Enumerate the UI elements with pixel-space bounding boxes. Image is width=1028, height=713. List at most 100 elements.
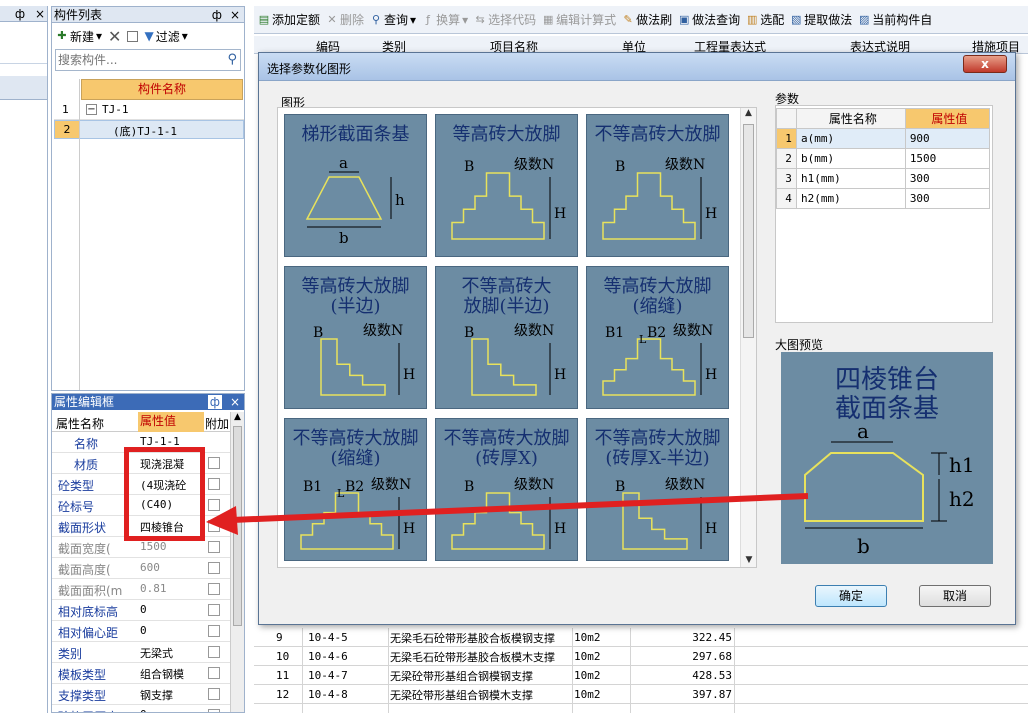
left-strip-row[interactable] xyxy=(0,76,47,100)
pin-icon[interactable]: ф xyxy=(15,7,25,21)
param-row[interactable]: 1 a(mm) 900 xyxy=(776,128,991,149)
column-divider xyxy=(388,628,389,713)
copy-icon[interactable] xyxy=(127,30,139,42)
property-value[interactable]: 0 xyxy=(140,603,202,616)
gallery-scrollbar[interactable]: ▲ ▼ xyxy=(740,108,756,567)
shape-tile[interactable]: 不等高砖大放脚 H B 级数N xyxy=(586,114,729,257)
table-row[interactable]: 9 10-4-5 无梁毛石砼带形基胶合板模钢支撑 10m2 322.45 xyxy=(254,628,1028,647)
shape-figure: H B1 L B2 级数N xyxy=(602,323,717,396)
ok-button[interactable]: 确定 xyxy=(815,585,887,607)
current-component-button[interactable]: ▨ 当前构件自 xyxy=(858,11,932,28)
property-checkbox[interactable] xyxy=(208,520,220,532)
filter-button[interactable]: ▼ 过滤 ▾ xyxy=(144,28,187,45)
param-row[interactable]: 4 h2(mm) 300 xyxy=(776,188,991,209)
delete-icon[interactable]: ✕ xyxy=(108,27,121,46)
column-divider xyxy=(302,628,303,713)
dialog-close-button[interactable]: x xyxy=(963,55,1007,73)
convert-button[interactable]: ƒ 换算 ▾ xyxy=(422,11,468,28)
property-row[interactable]: 砼垫层厚度 0 xyxy=(52,705,230,712)
param-row[interactable]: 3 h1(mm) 300 xyxy=(776,168,991,189)
scroll-up-icon[interactable]: ▲ xyxy=(231,412,244,422)
query-button[interactable]: ⚲ 查询 ▾ xyxy=(370,11,416,28)
property-checkbox[interactable] xyxy=(208,667,220,679)
extract-method-button[interactable]: ▧ 提取做法 xyxy=(790,11,852,28)
property-value[interactable]: 组合钢模 xyxy=(140,666,202,682)
pin-icon[interactable]: ф xyxy=(207,395,222,409)
param-value[interactable]: 900 xyxy=(904,128,991,149)
property-checkbox[interactable] xyxy=(208,457,220,469)
method-brush-button[interactable]: ✎ 做法刷 xyxy=(622,11,673,28)
shape-tile[interactable]: 不等高砖大放脚 (缩缝) H B1 L B2 级数N xyxy=(284,418,427,561)
param-row[interactable]: 2 b(mm) 1500 xyxy=(776,148,991,169)
search-input[interactable] xyxy=(56,50,216,70)
property-checkbox[interactable] xyxy=(208,583,220,595)
property-checkbox[interactable] xyxy=(208,688,220,700)
scroll-thumb[interactable] xyxy=(743,124,754,338)
shape-tile[interactable]: 不等高砖大放脚 (砖厚X-半边) H B 级数N xyxy=(586,418,729,561)
property-row[interactable]: 截面面积(m 0.81 xyxy=(52,579,230,600)
property-checkbox[interactable] xyxy=(208,604,220,616)
close-icon[interactable]: × xyxy=(230,394,240,410)
search-icon: ⚲ xyxy=(372,12,381,26)
property-row[interactable]: 类别 无梁式 xyxy=(52,642,230,663)
scroll-down-icon[interactable]: ▼ xyxy=(741,555,756,565)
property-row[interactable]: 相对底标高 0 xyxy=(52,600,230,621)
shape-tile[interactable]: 等高砖大放脚 (缩缝) H B1 L B2 级数N xyxy=(586,266,729,409)
property-value[interactable]: 0.81 xyxy=(140,582,202,595)
shape-outline xyxy=(471,338,537,396)
params-corner xyxy=(776,108,797,129)
property-value[interactable]: 600 xyxy=(140,561,202,574)
table-row[interactable]: 12 10-4-8 无梁砼带形基组合钢模木支撑 10m2 397.87 xyxy=(254,685,1028,704)
pin-icon[interactable]: ф xyxy=(212,7,222,23)
param-value[interactable]: 1500 xyxy=(904,148,991,169)
property-checkbox[interactable] xyxy=(208,499,220,511)
left-strip-row[interactable] xyxy=(0,46,47,64)
add-quota-button[interactable]: ▤ 添加定额 xyxy=(258,11,320,28)
property-checkbox[interactable] xyxy=(208,478,220,490)
scroll-thumb[interactable] xyxy=(233,426,242,626)
shape-tile[interactable]: 梯形截面条基 a h b xyxy=(284,114,427,257)
table-row[interactable]: 10 10-4-6 无梁毛石砼带形基胶合板模木支撑 10m2 297.68 xyxy=(254,647,1028,666)
shape-tile[interactable]: 不等高砖大放脚 (砖厚X) H B 级数N xyxy=(435,418,578,561)
property-row[interactable]: 相对偏心距 0 xyxy=(52,621,230,642)
cancel-button[interactable]: 取消 xyxy=(919,585,991,607)
property-checkbox[interactable] xyxy=(208,709,220,712)
property-row[interactable]: 模板类型 组合钢模 xyxy=(52,663,230,684)
dim-label: 级数N xyxy=(363,323,403,339)
edit-formula-button[interactable]: ▦ 编辑计算式 xyxy=(542,11,616,28)
property-row[interactable]: 截面高度(600 xyxy=(52,558,230,579)
row-name: 无梁毛石砼带形基胶合板模钢支撑 xyxy=(390,632,555,645)
param-value[interactable]: 300 xyxy=(904,168,991,189)
property-value[interactable]: 1500 xyxy=(140,540,202,553)
delete-button[interactable]: ✕ 删除 xyxy=(326,11,364,28)
property-value[interactable]: 0 xyxy=(140,708,202,712)
close-icon[interactable]: × xyxy=(230,7,240,23)
search-icon[interactable]: ⚲ xyxy=(227,52,237,67)
tree-toggle-icon[interactable]: − xyxy=(86,104,97,115)
match-button[interactable]: ▥ 选配 xyxy=(746,11,784,28)
property-checkbox[interactable] xyxy=(208,562,220,574)
dim-label: B xyxy=(313,325,323,341)
shape-tile[interactable]: 等高砖大放脚 H B 级数N xyxy=(435,114,578,257)
select-code-button[interactable]: ⇆ 选择代码 xyxy=(474,11,537,28)
close-icon[interactable]: × xyxy=(35,7,45,21)
property-checkbox[interactable] xyxy=(208,541,220,553)
row-number: 10 xyxy=(276,650,290,663)
property-scrollbar[interactable]: ▲ xyxy=(230,412,244,712)
property-value[interactable]: 钢支撑 xyxy=(140,687,202,703)
component-row[interactable]: 1 − TJ-1 xyxy=(54,101,244,120)
scroll-up-icon[interactable]: ▲ xyxy=(741,108,756,118)
component-row[interactable]: 2 (底)TJ-1-1 xyxy=(54,120,244,139)
property-row[interactable]: 支撑类型 钢支撑 xyxy=(52,684,230,705)
property-value[interactable]: 0 xyxy=(140,624,202,637)
edit-icon: ▦ xyxy=(542,12,554,26)
property-value[interactable]: 无梁式 xyxy=(140,645,202,661)
property-checkbox[interactable] xyxy=(208,625,220,637)
new-button[interactable]: ✚ 新建 ▾ xyxy=(56,28,102,45)
shape-tile[interactable]: 等高砖大放脚 (半边) H B 级数N xyxy=(284,266,427,409)
property-checkbox[interactable] xyxy=(208,646,220,658)
table-row[interactable]: 11 10-4-7 无梁砼带形基组合钢模钢支撑 10m2 428.53 xyxy=(254,666,1028,685)
param-value[interactable]: 300 xyxy=(904,188,991,209)
shape-tile[interactable]: 不等高砖大 放脚(半边) H B 级数N xyxy=(435,266,578,409)
method-query-button[interactable]: ▣ 做法查询 xyxy=(678,11,740,28)
